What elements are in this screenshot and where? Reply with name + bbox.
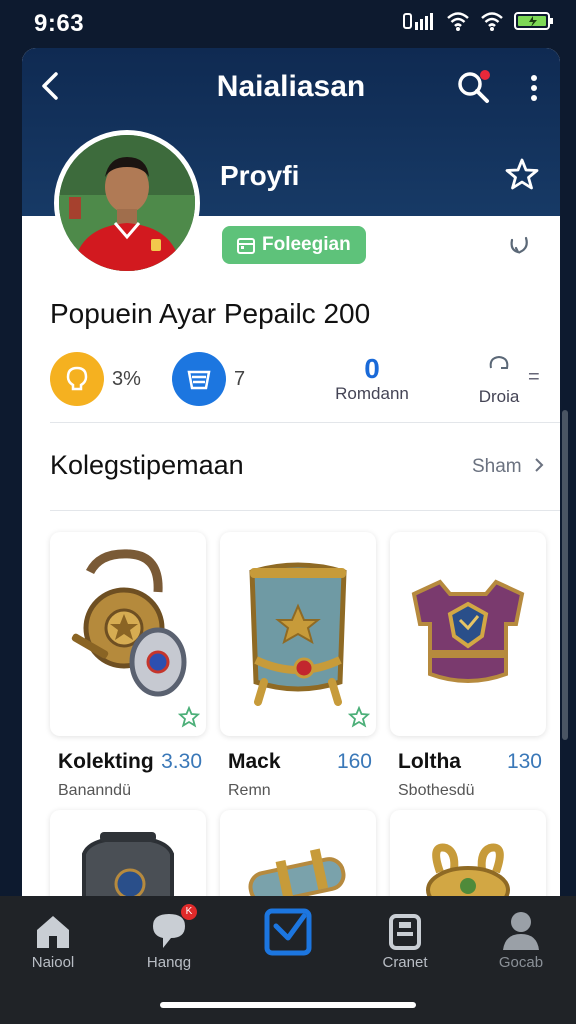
search-button[interactable] [454, 68, 492, 106]
golden-ornament-image [426, 843, 510, 896]
bulb-icon [50, 352, 104, 406]
stat-b[interactable]: 7 [172, 352, 245, 406]
collection-item [390, 810, 546, 896]
home-icon [29, 908, 77, 952]
status-tag-label: Foleegian [262, 234, 351, 255]
nav-item-messages[interactable]: K Hanqg [124, 904, 214, 971]
chat-bubble-icon: K [145, 904, 197, 952]
item-thumbnail[interactable] [50, 532, 206, 736]
item-name-row: Loltha 130 [390, 750, 546, 776]
profile-label: Proyfi [220, 160, 300, 191]
stat-a[interactable]: 3% [50, 352, 141, 406]
status-time: 9:63 [34, 10, 85, 37]
home-indicator[interactable] [160, 1002, 416, 1008]
item-thumbnail[interactable] [220, 810, 376, 896]
item-thumbnail[interactable] [390, 810, 546, 896]
nav-item-center[interactable] [243, 908, 333, 956]
collection-item: Loltha 130 Sbothesdü [390, 532, 546, 800]
calendar-icon [237, 238, 255, 254]
profile-card: Naialiasan Proyfi Foleegian Popuein Ayar… [22, 48, 560, 896]
stat-d-suffix: = [528, 366, 540, 388]
nav-item-home[interactable]: Naiool [8, 908, 98, 971]
person-icon [497, 908, 545, 952]
stat-a-value: 3% [112, 367, 141, 390]
item-name: Kolekting [58, 750, 154, 773]
collection-item: Kolekting 3.30 Bananndü [50, 532, 206, 800]
item-thumbnail[interactable] [220, 532, 376, 736]
wifi-icon [447, 12, 469, 31]
item-name: Loltha [398, 750, 461, 773]
wifi-icon-2 [481, 12, 503, 31]
favorite-star-button[interactable] [504, 156, 540, 192]
collection-section-title: Kolegstipemaan [50, 450, 244, 480]
see-all-link[interactable]: Sham [472, 456, 545, 478]
item-subtitle: Bananndü [58, 782, 131, 799]
item-thumbnail[interactable] [50, 810, 206, 896]
stat-c-label: Romdann [335, 384, 409, 403]
item-thumbnail[interactable] [390, 532, 546, 736]
item-name-row: Kolekting 3.30 [50, 750, 206, 776]
favorite-star-icon[interactable] [178, 706, 200, 728]
chevron-right-icon [535, 458, 544, 472]
collection-item: Mack 160 Remn [220, 532, 376, 800]
avatar[interactable] [54, 130, 200, 276]
item-price: 130 [506, 750, 542, 773]
status-bar: 9:63 [0, 0, 576, 46]
collection-item [220, 810, 376, 896]
stat-b-value: 7 [234, 367, 246, 390]
nav-label: Naiool [31, 954, 75, 971]
stat-d-label: Droia [478, 387, 520, 406]
top-app-bar: Naialiasan [22, 62, 560, 112]
profile-headline: Popuein Ayar Pepailc 200 [50, 298, 371, 329]
stat-c[interactable]: 0 Romdann [332, 354, 412, 404]
item-subtitle: Remn [228, 782, 271, 799]
notification-badge: K [181, 904, 197, 920]
more-options-button[interactable] [522, 70, 546, 106]
nav-item-bag[interactable]: Cranet [360, 908, 450, 971]
notification-dot [480, 70, 490, 80]
status-tag[interactable]: Foleegian [222, 226, 366, 264]
nav-item-profile[interactable]: Gocab [476, 908, 566, 971]
stat-c-number: 0 [364, 353, 380, 384]
scroll-cannon-image [248, 848, 346, 896]
item-price: 160 [336, 750, 372, 773]
nav-label: Hanqg [146, 954, 192, 971]
status-icons [402, 10, 554, 32]
backpack-armor-image [82, 832, 174, 896]
stat-d[interactable]: Droia [474, 354, 524, 407]
nav-label: Gocab [498, 954, 544, 971]
chest-armor-image [411, 579, 525, 683]
signal-icon [403, 13, 433, 30]
item-name: Mack [228, 750, 281, 773]
scrollbar[interactable] [562, 410, 568, 740]
bag-icon [381, 908, 429, 952]
chat-icon [489, 355, 509, 369]
divider [50, 510, 560, 511]
see-all-label: Sham [472, 456, 522, 477]
nav-label: Cranet [382, 954, 428, 971]
player-photo [59, 135, 195, 271]
battery-icon [514, 12, 553, 30]
item-name-row: Mack 160 [220, 750, 376, 776]
item-subtitle: Sbothesdü [398, 782, 475, 799]
stats-row: 3% 7 0 Romdann Droia = [50, 352, 550, 412]
item-price: 3.30 [161, 750, 202, 773]
favorite-star-icon[interactable] [348, 706, 370, 728]
layers-icon [172, 352, 226, 406]
divider [50, 422, 560, 423]
collection-item [50, 810, 206, 896]
share-icon[interactable] [504, 230, 534, 260]
checkbox-mail-icon [264, 908, 312, 956]
